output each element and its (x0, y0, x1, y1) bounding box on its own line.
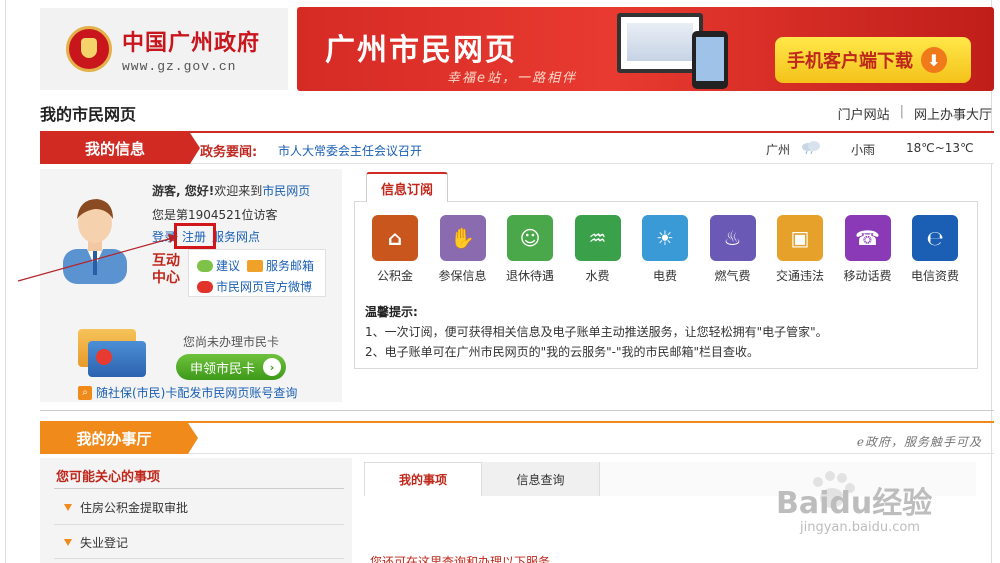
user-panel: 游客, 您好!欢迎来到市民网页 您是第1904521位访客 登录 注册 服务网点… (40, 169, 342, 402)
online-hall-link[interactable]: 网上办事大厅 (914, 104, 992, 123)
service-faucet[interactable]: ♒ 水费 (566, 215, 630, 284)
tip-1: 1、一次订阅，便可获得相关信息及电子账单主动推送服务，让您轻松拥有"电子管家"。 (365, 325, 828, 339)
news-label: 政务要闻: (200, 145, 258, 160)
page-title: 我的市民网页 (40, 105, 137, 124)
apply-card-button[interactable]: 申领市民卡 › (176, 354, 286, 380)
telecom-icon: ℮ (912, 215, 958, 261)
service-bulb[interactable]: ☀ 电费 (633, 215, 697, 284)
banner-slogan: 幸福e站，一路相伴 (447, 71, 577, 86)
tab-my-items[interactable]: 我的事项 (364, 462, 482, 496)
service-telecom[interactable]: ℮ 电信资费 (903, 215, 967, 284)
weibo-icon (197, 280, 213, 293)
service-label: 燃气费 (714, 269, 751, 283)
banner-title: 广州市民网页 (325, 33, 517, 68)
service-car[interactable]: ▣ 交通违法 (768, 215, 832, 284)
subscribe-panel: ⌂ 公积金 ✋ 参保信息 ☺ 退休待遇 ♒ 水费 ☀ 电费 ♨ 燃气费 ▣ 交通违法 ☎ 移动话费 ℮ 电信资费 … (354, 201, 978, 369)
service-mail-link[interactable]: 服务邮箱 (247, 257, 314, 274)
elder-icon: ☺ (507, 215, 553, 261)
house-icon: ⌂ (372, 215, 418, 261)
service-elder[interactable]: ☺ 退休待遇 (498, 215, 562, 284)
suggest-link[interactable]: 建议 (197, 257, 240, 274)
service-label: 退休待遇 (505, 269, 554, 283)
triangle-bullet-icon (64, 504, 72, 511)
tip-2: 2、电子账单可在广州市民网页的"我的云服务"-"我的市民邮箱"栏目查收。 (365, 345, 760, 359)
watermark-url: jingyan.baidu.com (800, 520, 920, 535)
concern-panel: 您可能关心的事项 住房公积金提取审批 失业登记 (40, 458, 352, 563)
mail-icon (247, 259, 263, 272)
partial-text: 您还可在这里查询和办理以下服务 (370, 555, 551, 563)
weibo-link[interactable]: 市民网页官方微博 (197, 278, 312, 295)
page: 中国广州政府 www.gz.gov.cn 广州市民网页 幸福e站，一路相伴 手机… (0, 0, 1000, 563)
service-label: 公积金 (376, 269, 413, 283)
tips-title: 温馨提示: (365, 305, 418, 319)
service-label: 移动话费 (843, 269, 892, 283)
tab-my-hall[interactable]: 我的办事厅 (40, 423, 198, 454)
car-icon: ▣ (777, 215, 823, 261)
service-house[interactable]: ⌂ 公积金 (363, 215, 427, 284)
service-label: 参保信息 (438, 269, 487, 283)
service-flame[interactable]: ♨ 燃气费 (701, 215, 765, 284)
service-label: 电信资费 (910, 269, 959, 283)
portal-link[interactable]: 门户网站 (838, 104, 890, 123)
interact-center-label: 互动中心 (152, 253, 180, 286)
visitor-count: 您是第1904521位访客 (152, 208, 278, 222)
faucet-icon: ♒ (574, 215, 621, 261)
triangle-bullet-icon (64, 539, 72, 546)
concern-item[interactable]: 住房公积金提取审批 (64, 499, 188, 516)
tab-my-info[interactable]: 我的信息 (40, 133, 200, 164)
computer-icon (617, 13, 703, 73)
tab-info-query[interactable]: 信息查询 (482, 462, 600, 496)
hall-bar: 我的办事厅 e政府，服务触手可及 (40, 421, 994, 454)
service-label: 水费 (585, 269, 610, 283)
bulb-icon: ☀ (642, 215, 688, 261)
service-label: 交通违法 (775, 269, 824, 283)
download-label: 手机客户端下载 (787, 51, 913, 72)
info-bar: 我的信息 政务要闻: 市人大常委会主任会议召开 广州 小雨 18℃~13℃ (40, 131, 994, 164)
emblem-icon (66, 26, 112, 72)
logo-title: 中国广州政府 (122, 30, 261, 56)
service-label: 电费 (652, 269, 677, 283)
avatar (63, 199, 127, 284)
tab-subscribe[interactable]: 信息订阅 (366, 172, 448, 202)
section-divider (40, 410, 994, 411)
concern-item[interactable]: 失业登记 (64, 534, 128, 551)
weather-temperature: 18℃~13℃ (906, 141, 974, 155)
flame-icon: ♨ (709, 215, 756, 261)
weather-condition: 小雨 (851, 143, 876, 157)
logo-url: www.gz.gov.cn (122, 58, 237, 74)
top-links: 门户网站 | 网上办事大厅 (837, 104, 992, 123)
chat-icon (197, 259, 213, 272)
citizen-card-icon (70, 329, 146, 379)
card-account-query-link[interactable]: ⌕ 随社保(市民)卡配发市民网页账号查询 (78, 384, 297, 401)
service-handshake[interactable]: ✋ 参保信息 (431, 215, 495, 284)
download-app-button[interactable]: 手机客户端下载 ⬇ (775, 37, 971, 83)
no-card-text: 您尚未办理市民卡 (183, 335, 280, 349)
app-banner[interactable]: 广州市民网页 幸福e站，一路相伴 手机客户端下载 ⬇ (297, 7, 994, 91)
rain-cloud-icon (802, 141, 820, 154)
phone-icon (692, 31, 728, 89)
handshake-icon: ✋ (439, 215, 486, 261)
concern-title: 您可能关心的事项 (56, 470, 161, 485)
news-headline-link[interactable]: 市人大常委会主任会议召开 (278, 142, 422, 159)
greeting: 游客, 您好!欢迎来到市民网页 (152, 184, 311, 198)
service-points-link[interactable]: 服务网点 (212, 228, 260, 245)
interact-box: 建议 服务邮箱 市民网页官方微博 (188, 249, 326, 297)
arrow-right-icon: › (263, 358, 282, 376)
login-link[interactable]: 登录 (152, 228, 176, 245)
left-border (0, 0, 6, 563)
service-mobile[interactable]: ☎ 移动话费 (836, 215, 900, 284)
site-logo[interactable]: 中国广州政府 www.gz.gov.cn (40, 8, 288, 90)
register-highlight (174, 223, 216, 249)
citizen-page-link[interactable]: 市民网页 (262, 184, 310, 198)
download-arrow-icon: ⬇ (921, 47, 947, 73)
watermark-text: Baidu经验 (776, 486, 933, 521)
search-icon: ⌕ (78, 385, 92, 400)
weather-city: 广州 (766, 143, 791, 157)
hall-slogan: e政府，服务触手可及 (856, 435, 982, 449)
mobile-icon: ☎ (844, 215, 891, 261)
